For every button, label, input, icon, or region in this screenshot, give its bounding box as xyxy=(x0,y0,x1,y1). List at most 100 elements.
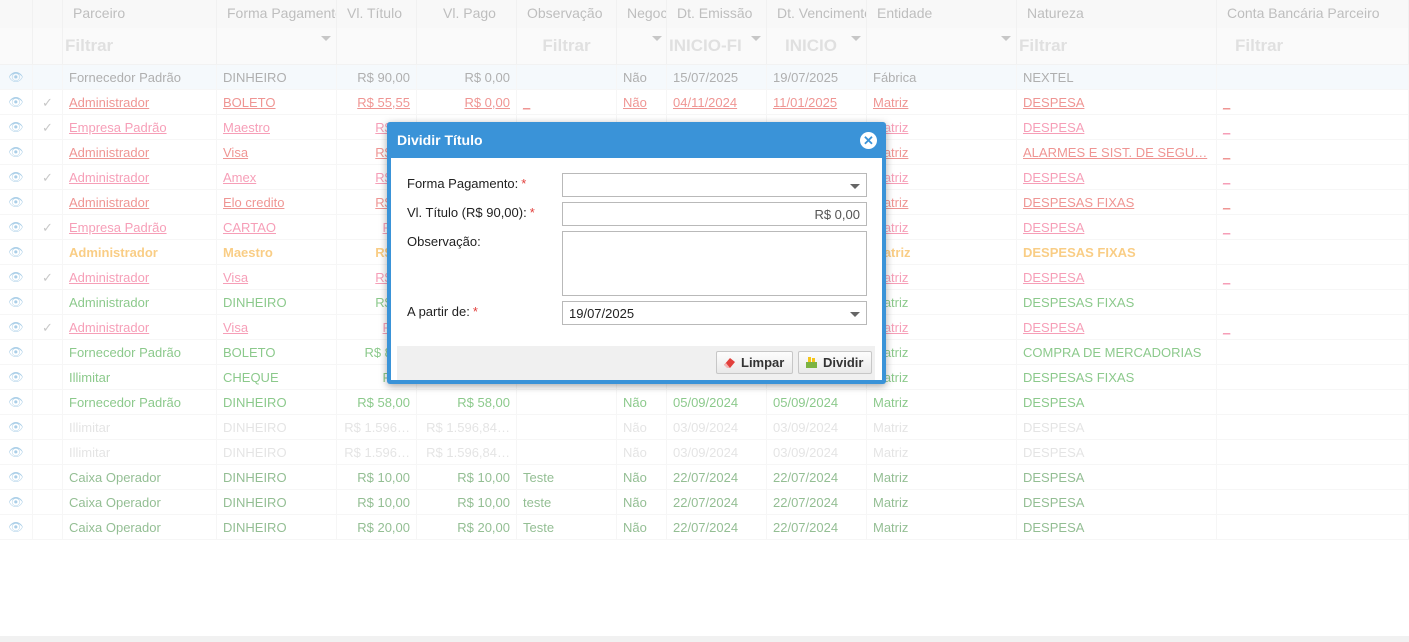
eye-icon[interactable]: 👁 xyxy=(0,440,33,465)
table-cell[interactable]: 19/07/2025 xyxy=(767,65,867,90)
check-icon[interactable] xyxy=(33,290,63,315)
table-cell[interactable]: DINHEIRO xyxy=(217,65,337,90)
table-cell[interactable]: R$ 1.596,84… xyxy=(417,440,517,465)
table-cell[interactable]: Não xyxy=(617,415,667,440)
table-cell[interactable]: Teste xyxy=(517,515,617,540)
table-cell[interactable]: Caixa Operador xyxy=(63,465,217,490)
table-cell[interactable]: Não xyxy=(617,65,667,90)
table-cell[interactable]: R$ 10,00 xyxy=(417,465,517,490)
table-row[interactable]: 👁 Caixa Operador DINHEIRO R$ 10,00 R$ 10,00 T… xyxy=(0,465,1409,490)
check-icon[interactable]: ✓ xyxy=(33,265,63,290)
check-icon[interactable] xyxy=(33,515,63,540)
table-cell[interactable] xyxy=(1217,365,1409,390)
check-icon[interactable] xyxy=(33,365,63,390)
table-cell[interactable]: ALARMES E SIST. DE SEGU… xyxy=(1017,140,1217,165)
table-cell[interactable]: _ xyxy=(1217,265,1409,290)
table-cell[interactable]: DESPESA xyxy=(1017,165,1217,190)
check-icon[interactable] xyxy=(33,390,63,415)
table-cell[interactable]: R$ 0,00 xyxy=(417,90,517,115)
table-cell[interactable]: Não xyxy=(617,90,667,115)
chevron-down-icon[interactable] xyxy=(321,36,331,41)
eye-icon[interactable]: 👁 xyxy=(0,315,33,340)
table-cell[interactable]: CHEQUE xyxy=(217,365,337,390)
table-cell[interactable]: Matriz xyxy=(867,415,1017,440)
table-cell[interactable]: 22/07/2024 xyxy=(667,465,767,490)
table-cell[interactable]: COMPRA DE MERCADORIAS xyxy=(1017,340,1217,365)
table-row[interactable]: 👁 Illimitar DINHEIRO R$ 1.596… R$ 1.596,84… N… xyxy=(0,440,1409,465)
eye-icon[interactable]: 👁 xyxy=(0,265,33,290)
table-cell[interactable]: R$ 55,55 xyxy=(337,90,417,115)
eye-icon[interactable]: 👁 xyxy=(0,290,33,315)
vl-titulo-input[interactable]: R$ 0,00 xyxy=(562,202,867,226)
table-cell[interactable]: 03/09/2024 xyxy=(767,440,867,465)
table-cell[interactable]: DINHEIRO xyxy=(217,390,337,415)
table-cell[interactable]: _ xyxy=(1217,215,1409,240)
table-cell[interactable]: Fábrica xyxy=(867,65,1017,90)
check-icon[interactable]: ✓ xyxy=(33,90,63,115)
filter-observacao[interactable]: Filtrar xyxy=(517,28,617,64)
table-cell[interactable] xyxy=(1217,65,1409,90)
eye-icon[interactable]: 👁 xyxy=(0,515,33,540)
chevron-down-icon[interactable] xyxy=(850,184,860,189)
table-cell[interactable]: Matriz xyxy=(867,215,1017,240)
table-cell[interactable]: DINHEIRO xyxy=(217,515,337,540)
table-cell[interactable]: Caixa Operador xyxy=(63,490,217,515)
check-icon[interactable]: ✓ xyxy=(33,315,63,340)
table-cell[interactable]: R$ 0,00 xyxy=(417,65,517,90)
table-cell[interactable]: Teste xyxy=(517,465,617,490)
header-parceiro[interactable]: Parceiro xyxy=(63,0,217,28)
table-row[interactable]: 👁 Caixa Operador DINHEIRO R$ 10,00 R$ 10,00 t… xyxy=(0,490,1409,515)
table-cell[interactable]: 03/09/2024 xyxy=(767,415,867,440)
observacao-textarea[interactable] xyxy=(562,231,867,296)
eye-icon[interactable]: 👁 xyxy=(0,240,33,265)
table-cell[interactable]: 03/09/2024 xyxy=(667,415,767,440)
header-dt-emissao[interactable]: Dt. Emissão xyxy=(667,0,767,28)
eye-icon[interactable]: 👁 xyxy=(0,90,33,115)
table-cell[interactable]: Matriz xyxy=(867,340,1017,365)
table-cell[interactable]: 11/01/2025 xyxy=(767,90,867,115)
table-cell[interactable]: DESPESAS FIXAS xyxy=(1017,240,1217,265)
table-row[interactable]: 👁 Fornecedor Padrão DINHEIRO R$ 90,00 R$ 0,0… xyxy=(0,65,1409,90)
table-cell[interactable]: DESPESA xyxy=(1017,115,1217,140)
filter-negociado[interactable] xyxy=(617,28,667,64)
dividir-button[interactable]: Dividir xyxy=(798,351,873,374)
table-cell[interactable]: R$ 90,00 xyxy=(337,65,417,90)
filter-entidade[interactable] xyxy=(867,28,1017,64)
table-cell[interactable]: DESPESAS FIXAS xyxy=(1017,190,1217,215)
filter-forma-pagamento[interactable] xyxy=(217,28,337,64)
table-cell[interactable]: R$ 20,00 xyxy=(337,515,417,540)
eye-icon[interactable]: 👁 xyxy=(0,340,33,365)
eye-icon[interactable]: 👁 xyxy=(0,115,33,140)
check-icon[interactable]: ✓ xyxy=(33,215,63,240)
chevron-down-icon[interactable] xyxy=(652,36,662,41)
table-cell[interactable] xyxy=(1217,240,1409,265)
table-cell[interactable]: Administrador xyxy=(63,290,217,315)
table-cell[interactable]: Matriz xyxy=(867,440,1017,465)
check-icon[interactable]: ✓ xyxy=(33,115,63,140)
table-cell[interactable]: NEXTEL xyxy=(1017,65,1217,90)
header-entidade[interactable]: Entidade xyxy=(867,0,1017,28)
table-cell[interactable]: R$ 10,00 xyxy=(337,465,417,490)
table-cell[interactable]: DINHEIRO xyxy=(217,415,337,440)
check-icon[interactable] xyxy=(33,140,63,165)
eye-icon[interactable]: 👁 xyxy=(0,65,33,90)
table-cell[interactable]: DESPESAS FIXAS xyxy=(1017,365,1217,390)
table-row[interactable]: 👁 Fornecedor Padrão DINHEIRO R$ 58,00 R$ 58,… xyxy=(0,390,1409,415)
table-cell[interactable] xyxy=(1217,390,1409,415)
table-cell[interactable]: DESPESA xyxy=(1017,515,1217,540)
table-cell[interactable]: Fornecedor Padrão xyxy=(63,390,217,415)
table-cell[interactable]: 22/07/2024 xyxy=(667,515,767,540)
table-cell[interactable]: 04/11/2024 xyxy=(667,90,767,115)
table-cell[interactable]: DESPESAS FIXAS xyxy=(1017,290,1217,315)
a-partir-de-select[interactable]: 19/07/2025 xyxy=(562,301,867,325)
table-cell[interactable]: CARTAO xyxy=(217,215,337,240)
table-cell[interactable]: _ xyxy=(1217,140,1409,165)
forma-pagamento-select[interactable] xyxy=(562,173,867,197)
table-cell[interactable]: DINHEIRO xyxy=(217,440,337,465)
table-cell[interactable]: Matriz xyxy=(867,315,1017,340)
check-icon[interactable] xyxy=(33,415,63,440)
table-cell[interactable]: Matriz xyxy=(867,265,1017,290)
table-cell[interactable]: 05/09/2024 xyxy=(767,390,867,415)
check-icon[interactable] xyxy=(33,65,63,90)
table-cell[interactable]: Illimitar xyxy=(63,365,217,390)
